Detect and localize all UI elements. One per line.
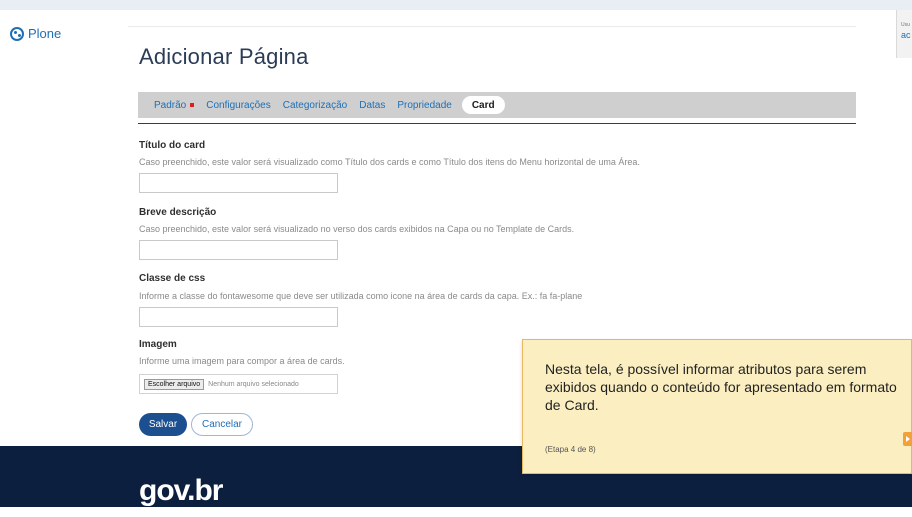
tab-configuracoes[interactable]: Configurações [200, 96, 276, 114]
tour-message: Nesta tela, é possível informar atributo… [545, 361, 897, 413]
user-label: Usu [901, 22, 910, 28]
titulo-input[interactable] [139, 173, 338, 193]
cancel-button[interactable]: Cancelar [191, 413, 253, 436]
plone-logo[interactable]: Plone [10, 26, 61, 41]
tab-label: Padrão [154, 99, 187, 111]
titulo-help: Caso preenchido, este valor será visuali… [139, 157, 640, 167]
tab-propriedade[interactable]: Propriedade [391, 96, 457, 114]
user-name: ac [901, 30, 911, 40]
descricao-help: Caso preenchido, este valor será visuali… [139, 224, 575, 234]
tour-next-icon[interactable] [903, 432, 912, 446]
css-help: Informe a classe do fontawesome que deve… [139, 291, 583, 301]
form-tabs: Padrão Configurações Categorização Datas… [138, 92, 856, 118]
save-button[interactable]: Salvar [139, 413, 187, 436]
file-status: Nenhum arquivo selecionado [208, 380, 299, 388]
tab-padrao[interactable]: Padrão [148, 96, 200, 114]
descricao-label: Breve descrição [139, 207, 217, 218]
css-input[interactable] [139, 307, 338, 327]
tabs-underline [138, 123, 856, 124]
tab-categorizacao[interactable]: Categorização [277, 96, 353, 114]
imagem-label: Imagem [139, 339, 177, 350]
css-label: Classe de css [139, 273, 206, 284]
content-top-divider [128, 26, 856, 27]
tab-card[interactable]: Card [461, 96, 505, 114]
titulo-label: Título do card [139, 140, 206, 151]
page-frame: Plone Adicionar Página Padrão Configuraç… [0, 10, 912, 517]
imagem-help: Informe uma imagem para compor a área de… [139, 356, 345, 366]
tour-tooltip: Nesta tela, é possível informar atributo… [522, 339, 912, 474]
window-top-strip [0, 0, 912, 10]
choose-file-button[interactable]: Escolher arquivo [144, 378, 205, 390]
plone-icon [10, 26, 24, 41]
user-panel[interactable]: Usu ac [896, 10, 912, 58]
imagem-file-input: Escolher arquivo Nenhum arquivo selecion… [139, 374, 338, 394]
plone-logo-text: Plone [28, 26, 62, 41]
tab-datas[interactable]: Datas [353, 96, 391, 114]
descricao-input[interactable] [139, 240, 338, 260]
tour-step-indicator: (Etapa 4 de 8) [545, 445, 596, 454]
required-marker-icon [190, 103, 195, 107]
page-title: Adicionar Página [139, 44, 309, 69]
govbr-logo[interactable]: gov.br [139, 476, 223, 506]
